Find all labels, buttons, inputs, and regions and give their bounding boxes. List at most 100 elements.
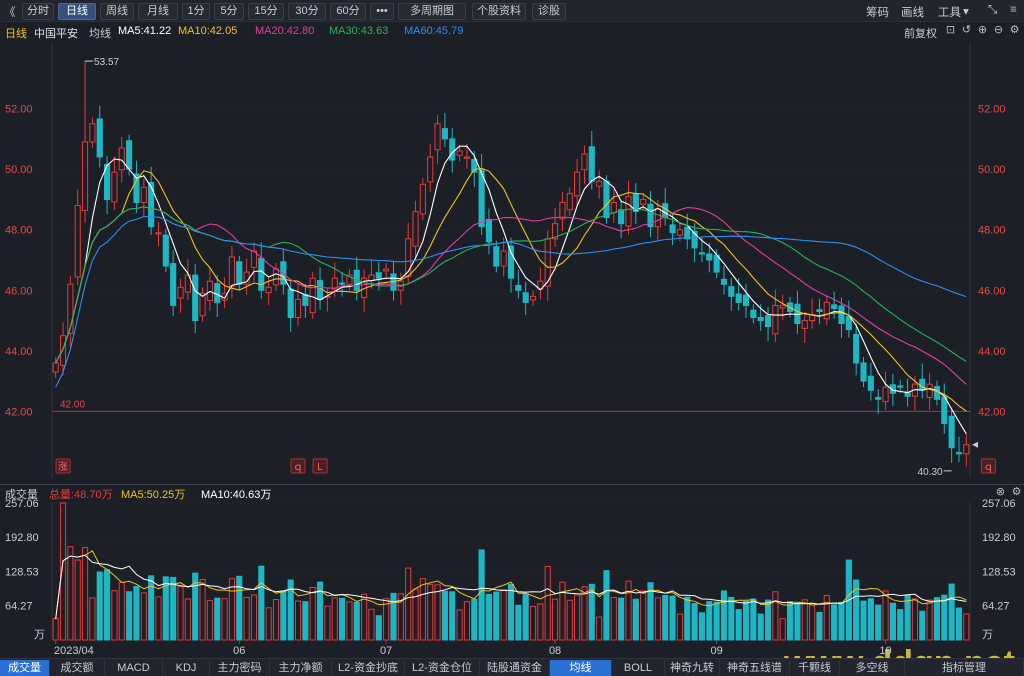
volume-bar[interactable]	[860, 600, 867, 641]
volume-bar[interactable]	[838, 601, 845, 641]
volume-bar[interactable]	[126, 591, 133, 641]
volume-bar[interactable]	[104, 569, 111, 641]
volume-bar[interactable]	[294, 600, 302, 641]
volume-bar[interactable]	[236, 575, 243, 641]
candle[interactable]	[507, 245, 515, 279]
candle[interactable]	[339, 282, 346, 285]
volume-bar[interactable]	[794, 601, 801, 641]
candle[interactable]	[882, 386, 889, 403]
volume-bar[interactable]	[816, 612, 823, 641]
volume-bar[interactable]	[353, 601, 360, 641]
volume-bar[interactable]	[243, 596, 250, 641]
candle[interactable]	[669, 224, 676, 234]
indicator-tab-8[interactable]: 陆股通资金	[480, 660, 550, 676]
volume-bar[interactable]	[434, 584, 441, 641]
volume-bar[interactable]	[456, 609, 463, 641]
volume-bar[interactable]	[463, 601, 471, 641]
candle[interactable]	[383, 268, 390, 272]
candle[interactable]	[897, 385, 904, 388]
volume-bar[interactable]	[405, 567, 412, 641]
volume-bar[interactable]	[684, 596, 691, 641]
zoom-in-icon[interactable]: ⊕	[976, 24, 989, 37]
volume-bar[interactable]	[419, 578, 426, 641]
candle[interactable]	[162, 234, 169, 267]
volume-bar[interactable]	[272, 598, 280, 641]
period-button-0[interactable]: 分时	[22, 3, 54, 20]
volume-bar[interactable]	[118, 581, 125, 641]
candle[interactable]	[816, 309, 823, 312]
volume-bar[interactable]	[52, 618, 59, 641]
candle[interactable]	[831, 304, 838, 309]
volume-bar[interactable]	[963, 613, 970, 641]
candle[interactable]	[449, 138, 456, 161]
candle[interactable]	[265, 286, 272, 294]
candle[interactable]	[309, 277, 316, 314]
menu-icon[interactable]: ≡	[1010, 4, 1017, 16]
back-icon[interactable]: 《	[4, 4, 16, 20]
volume-bar[interactable]	[926, 599, 933, 641]
volume-bar[interactable]	[757, 613, 764, 641]
volume-bar[interactable]	[485, 593, 493, 641]
volume-bar[interactable]	[177, 586, 184, 641]
volume-bar[interactable]	[214, 597, 221, 641]
volume-bar[interactable]	[324, 605, 331, 641]
candle[interactable]	[750, 309, 757, 319]
candle[interactable]	[640, 198, 647, 205]
more-periods-button[interactable]: •••	[370, 3, 394, 20]
candle[interactable]	[941, 396, 948, 425]
candle[interactable]	[742, 294, 750, 306]
candle[interactable]	[955, 452, 963, 455]
diagnose-button[interactable]: 诊股	[532, 3, 566, 20]
candle[interactable]	[493, 246, 500, 267]
volume-bar[interactable]	[471, 598, 478, 641]
volume-bar[interactable]	[772, 591, 779, 641]
candle[interactable]	[375, 272, 382, 279]
volume-bar[interactable]	[449, 591, 456, 641]
volume-bar[interactable]	[184, 598, 191, 641]
volume-bar[interactable]	[801, 599, 808, 641]
volume-bar[interactable]	[544, 565, 551, 641]
volume-bar[interactable]	[831, 604, 838, 641]
candle[interactable]	[463, 156, 471, 159]
volume-bar[interactable]	[691, 602, 698, 641]
volume-bar[interactable]	[911, 598, 918, 641]
candle[interactable]	[126, 140, 133, 170]
volume-bar[interactable]	[302, 601, 309, 641]
ma-title[interactable]: 均线	[89, 25, 111, 41]
candle[interactable]	[412, 211, 419, 247]
candle[interactable]	[919, 378, 926, 391]
chips-button[interactable]: 筹码	[866, 4, 889, 20]
candle[interactable]	[236, 261, 243, 285]
candle[interactable]	[559, 201, 566, 220]
volume-bar[interactable]	[632, 598, 639, 641]
undo-icon[interactable]: ↺	[960, 24, 973, 37]
volume-bar[interactable]	[933, 597, 941, 641]
candle[interactable]	[706, 253, 713, 261]
candle[interactable]	[720, 278, 728, 285]
indicator-tab-2[interactable]: MACD	[105, 660, 163, 676]
indicator-tab-0[interactable]: 成交量	[0, 660, 50, 676]
candle[interactable]	[206, 280, 213, 302]
volume-bar[interactable]	[669, 595, 676, 641]
candle[interactable]	[522, 292, 529, 303]
indicator-tab-1[interactable]: 成交额	[50, 660, 105, 676]
candle[interactable]	[170, 263, 177, 306]
candle[interactable]	[155, 232, 162, 235]
candle[interactable]	[500, 250, 507, 267]
candle[interactable]	[177, 286, 184, 299]
candle[interactable]	[192, 274, 199, 322]
candle[interactable]	[676, 229, 683, 236]
volume-bar[interactable]	[111, 590, 118, 641]
candle[interactable]	[52, 362, 59, 373]
volume-bar[interactable]	[882, 590, 889, 641]
candle[interactable]	[441, 128, 448, 140]
candle[interactable]	[515, 284, 522, 291]
candle[interactable]	[933, 386, 941, 400]
volume-bar[interactable]	[89, 597, 96, 641]
candle[interactable]	[610, 201, 617, 214]
volume-bar[interactable]	[441, 590, 448, 641]
indicator-tab-12[interactable]: 神奇五线谱	[720, 660, 790, 676]
volume-bar[interactable]	[339, 597, 346, 641]
volume-bar[interactable]	[206, 600, 213, 641]
volume-bar[interactable]	[713, 601, 720, 641]
